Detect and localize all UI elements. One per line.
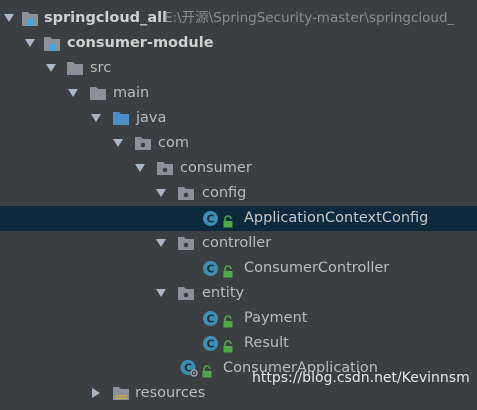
- class-label: Result: [244, 335, 289, 351]
- svg-text:C: C: [206, 313, 214, 326]
- triangle-down-icon[interactable]: [46, 64, 56, 72]
- triangle-down-icon[interactable]: [113, 139, 123, 147]
- triangle-down-icon[interactable]: [91, 114, 101, 122]
- tree-row-consumer[interactable]: consumer: [0, 156, 477, 181]
- package-label: config: [202, 185, 247, 201]
- tree-row-module[interactable]: consumer-module: [0, 31, 477, 56]
- tree-row-com[interactable]: com: [0, 131, 477, 156]
- triangle-down-icon[interactable]: [156, 189, 166, 197]
- tree-row-entity[interactable]: entity: [0, 281, 477, 306]
- module-name: consumer-module: [67, 35, 214, 51]
- folder-label: main: [113, 85, 150, 101]
- tree-row-java[interactable]: java: [0, 106, 477, 131]
- tree-row-result[interactable]: C Result: [0, 331, 477, 356]
- svg-text:C: C: [206, 338, 214, 351]
- tree-row-consumer-controller[interactable]: C ConsumerController: [0, 256, 477, 281]
- watermark-text: https://blog.csdn.net/Kevinnsm: [252, 370, 470, 386]
- folder-icon: [112, 385, 130, 410]
- svg-text:C: C: [206, 263, 214, 276]
- triangle-down-icon[interactable]: [25, 39, 35, 47]
- tree-row-src[interactable]: src: [0, 56, 477, 81]
- folder-label: java: [136, 110, 167, 126]
- svg-text:C: C: [206, 213, 214, 226]
- class-label: Payment: [244, 310, 308, 326]
- package-label: controller: [202, 235, 272, 251]
- triangle-down-icon[interactable]: [156, 289, 166, 297]
- tree-row-controller[interactable]: controller: [0, 231, 477, 256]
- tree-row-payment[interactable]: C Payment: [0, 306, 477, 331]
- triangle-down-icon[interactable]: [156, 239, 166, 247]
- tree-row-config[interactable]: config: [0, 181, 477, 206]
- triangle-down-icon[interactable]: [68, 89, 78, 97]
- package-label: consumer: [180, 160, 252, 176]
- tree-row-project[interactable]: springcloud_all E:\开源\SpringSecurity-mas…: [0, 6, 477, 31]
- package-label: entity: [202, 285, 245, 301]
- triangle-right-icon[interactable]: [92, 388, 100, 398]
- package-label: com: [158, 135, 189, 151]
- tree-row-main[interactable]: main: [0, 81, 477, 106]
- class-label: ConsumerController: [244, 260, 390, 276]
- folder-label: resources: [135, 385, 206, 401]
- tree-row-application-context-config[interactable]: C ApplicationContextConfig: [0, 206, 477, 231]
- project-path: E:\开源\SpringSecurity-master\springcloud_: [164, 10, 455, 26]
- triangle-down-icon[interactable]: [135, 164, 145, 172]
- project-name: springcloud_all: [44, 10, 168, 26]
- triangle-down-icon[interactable]: [4, 14, 14, 22]
- project-tree: springcloud_all E:\开源\SpringSecurity-mas…: [0, 6, 477, 406]
- folder-label: src: [90, 60, 112, 76]
- class-label: ApplicationContextConfig: [244, 210, 429, 226]
